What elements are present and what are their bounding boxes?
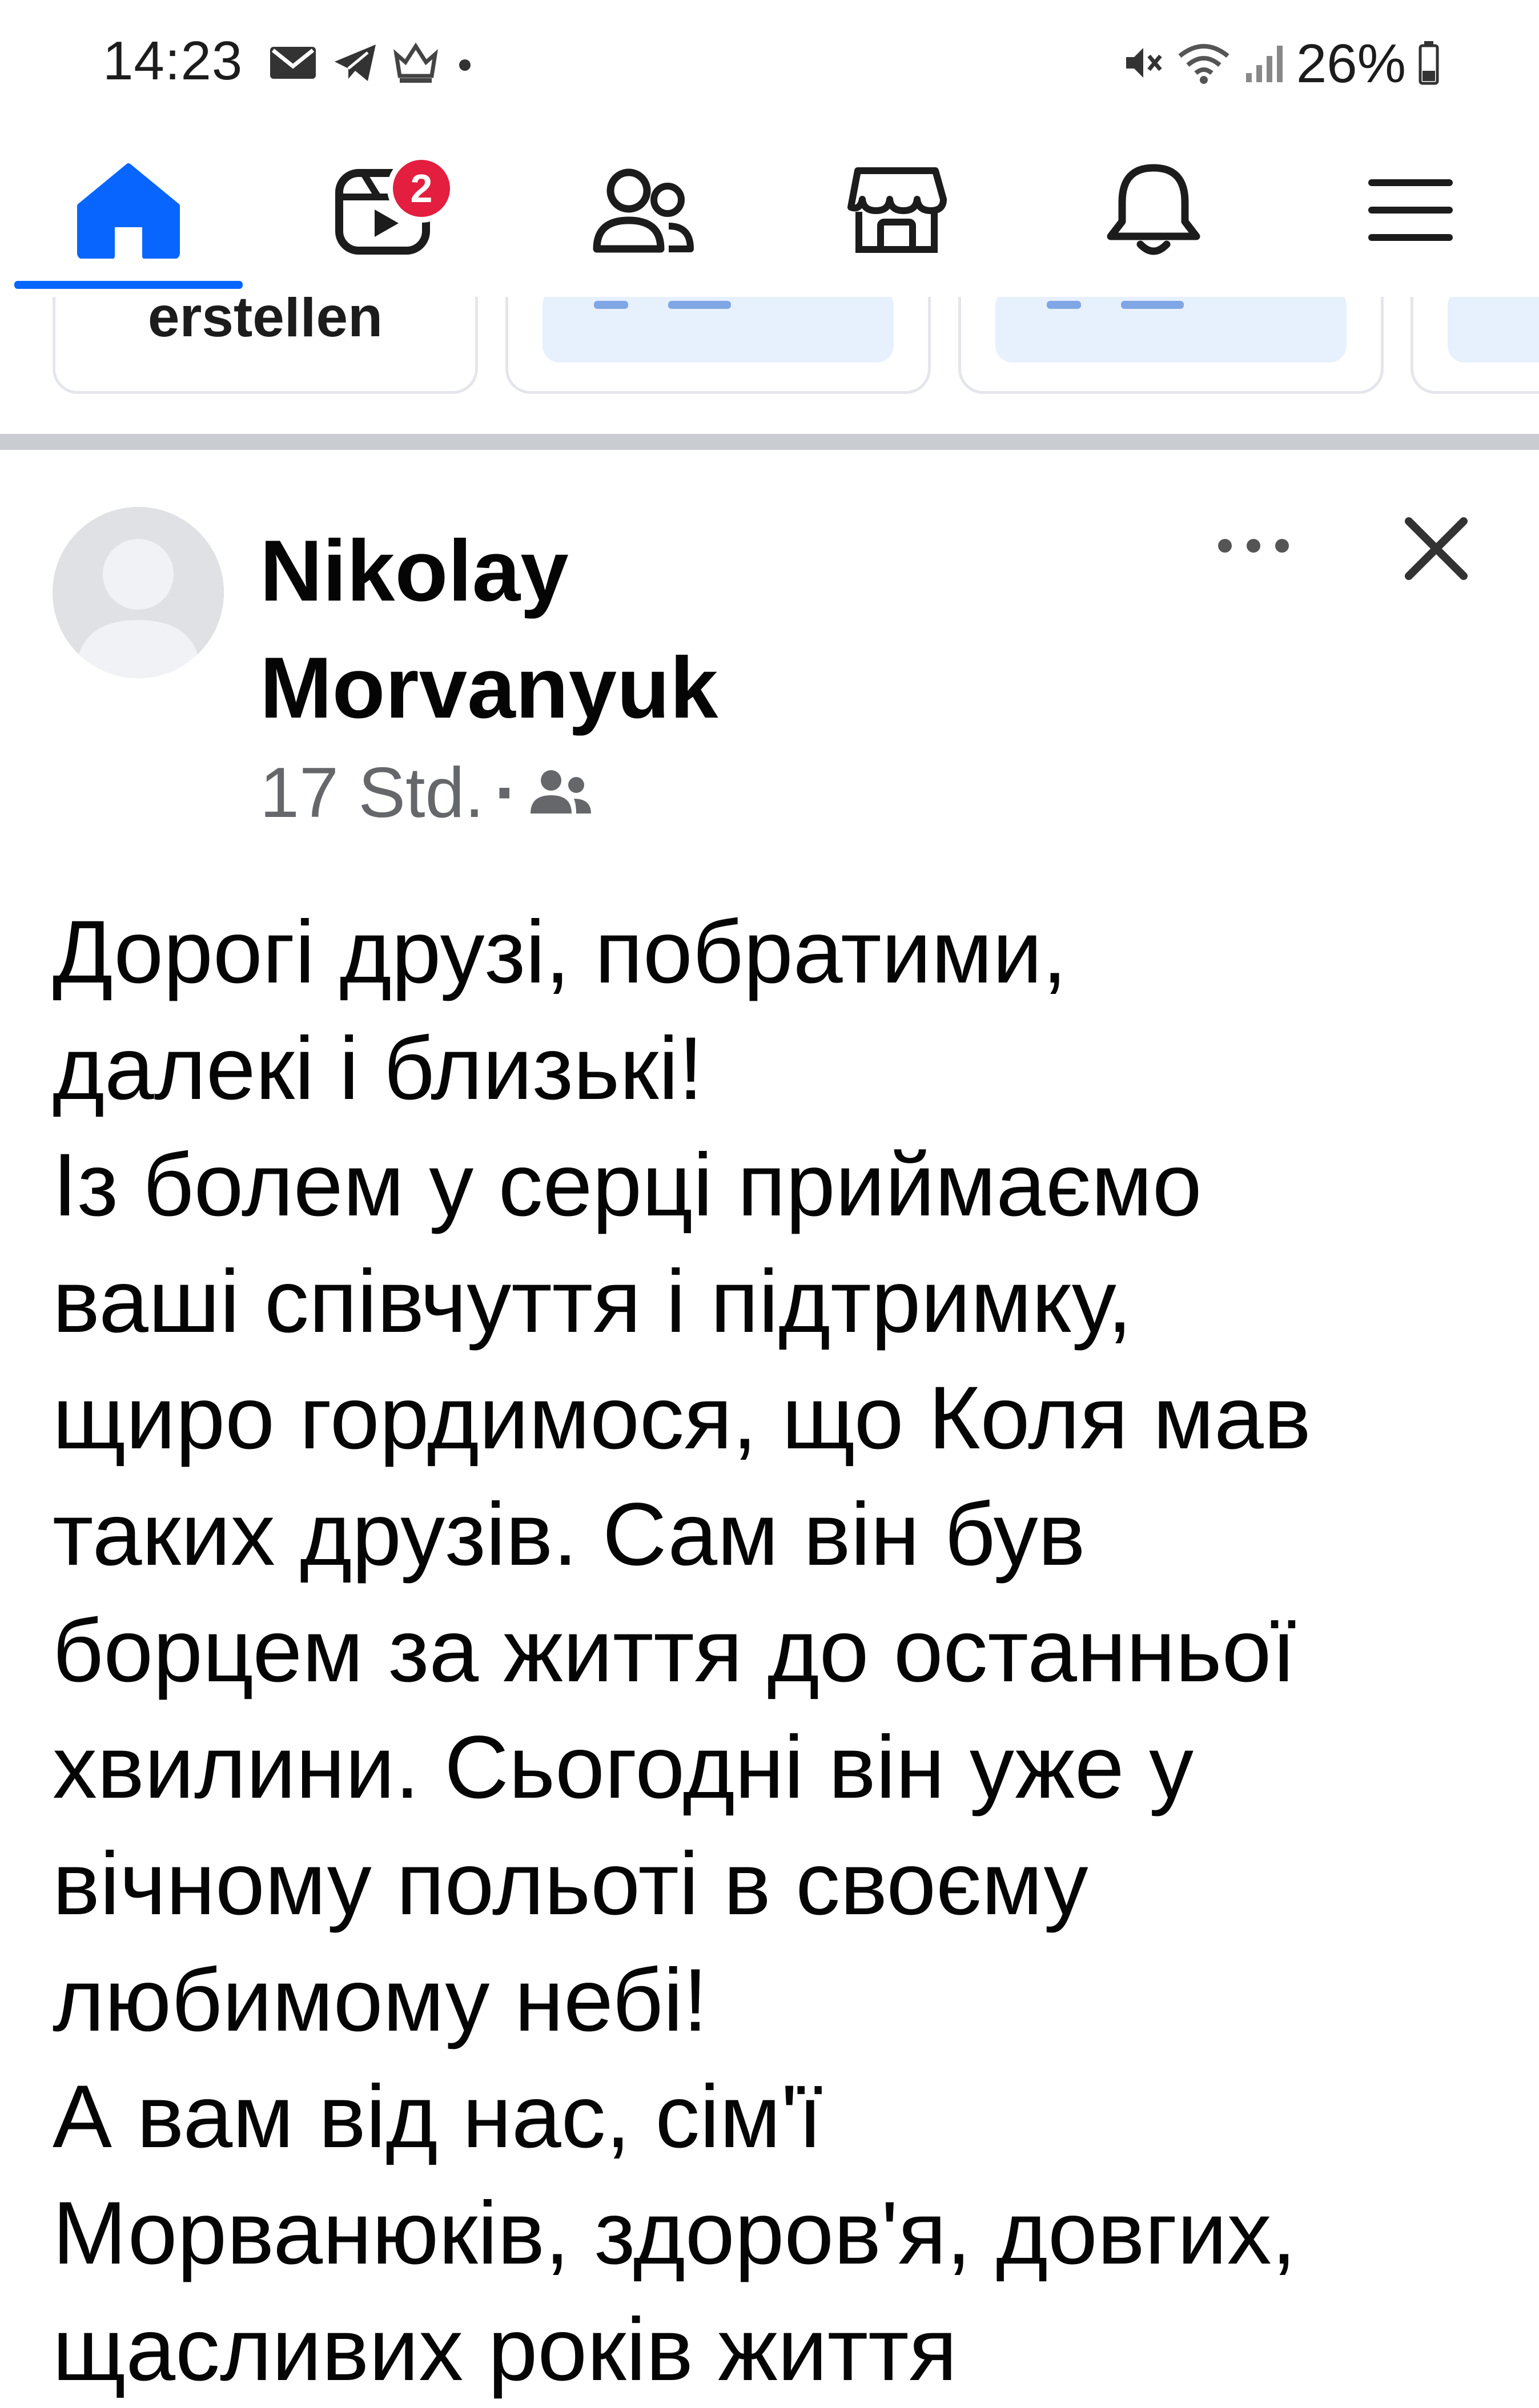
dot-icon [453,51,476,77]
nav-notifications[interactable] [1091,148,1216,274]
wifi-icon [1176,40,1231,88]
post-text-line: щасливих років життя [53,2300,958,2399]
post-meta: 17 Std. · [260,752,594,833]
home-icon [74,162,183,261]
battery-percentage: 26% [1296,33,1406,94]
top-navigation: 2 [0,131,1539,297]
stories-strip: erstellen [0,297,1539,434]
battery-icon [1419,40,1439,88]
nav-marketplace[interactable] [834,148,959,274]
author-last-name: Morvanyuk [260,639,718,736]
author-first-name: Nikolay [260,522,569,619]
post-hide-button[interactable] [1388,501,1485,598]
post-body: Дорогі друзі, побратими, далекі і близьк… [53,894,1514,2408]
more-horizontal-icon [1216,537,1291,557]
story-card[interactable] [1411,297,1539,394]
feed-post: Nikolay Morvanyuk 17 Std. · Дорогі друзі… [0,450,1539,2399]
feed-divider [0,434,1539,450]
mail-icon [268,45,318,84]
mute-icon [1120,41,1164,87]
story-card[interactable] [505,297,931,394]
post-text-line: хвилини. Сьогодні він уже у [53,1718,1194,1817]
post-text-line: таких друзів. Сам він був [53,1485,1086,1584]
post-text-line: вічному польоті в своєму [53,1834,1088,1934]
create-story-card[interactable]: erstellen [53,297,478,394]
post-text-line: далекі і близькі! [53,1019,704,1118]
telegram-icon [332,42,378,86]
create-story-label: erstellen [147,297,383,349]
post-text-line: любимому небі! [53,1951,708,2050]
friends-audience-icon [526,752,594,833]
post-timestamp[interactable]: 17 Std. [260,752,484,833]
close-icon [1402,514,1470,586]
post-text-line: ваші співчуття і підтримку, [53,1252,1132,1351]
status-left-icons [268,41,476,87]
menu-icon [1365,170,1456,253]
nav-friends[interactable] [580,148,706,274]
post-text-line: Дорогі друзі, побратими, [53,903,1067,1002]
signal-icon [1244,41,1284,87]
nav-active-indicator [14,281,243,289]
nav-menu[interactable] [1348,148,1473,274]
status-right: 26% [1120,30,1439,98]
notifications-icon [1105,159,1202,264]
post-text-line: А вам від нас, сім'ї [53,2067,823,2167]
post-more-options-button[interactable] [1194,513,1313,581]
meta-separator: · [494,754,519,832]
post-author-name[interactable]: Nikolay Morvanyuk [260,513,1059,747]
video-notification-badge: 2 [387,154,456,223]
post-text-line: щиро гордимося, що Коля мав [53,1368,1311,1468]
avatar[interactable] [53,507,224,678]
post-text-line: Із болем у серці приймаємо [53,1135,1202,1235]
status-time: 14:23 [103,30,243,91]
friends-icon [589,164,697,259]
marketplace-icon [845,162,948,261]
post-text-line: борцем за життя до останньої [53,1601,1296,1701]
status-bar: 14:23 26% [0,0,1539,131]
story-card[interactable] [958,297,1384,394]
nav-home[interactable] [66,148,191,274]
nav-video[interactable]: 2 [320,148,456,274]
app-notification-icon [393,42,439,87]
post-text-line: Морванюків, здоров'я, довгих, [53,2184,1296,2283]
default-avatar-icon [53,507,224,678]
